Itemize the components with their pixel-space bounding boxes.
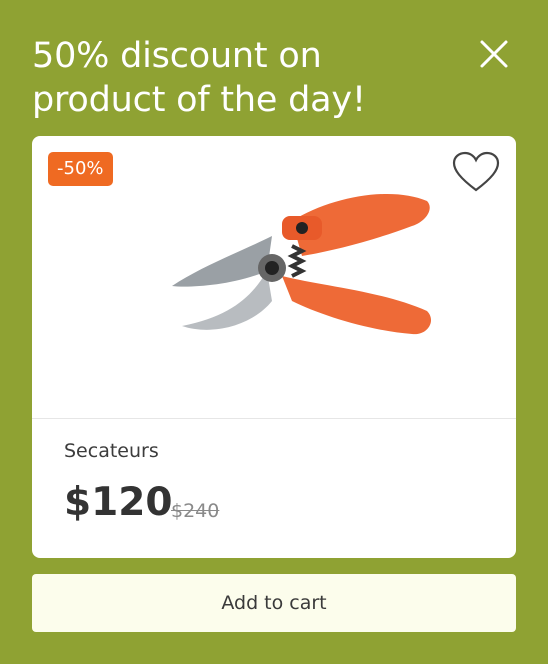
wishlist-button[interactable] xyxy=(450,150,502,196)
product-card[interactable]: -50% Secateurs $120 $240 xyxy=(32,136,516,558)
product-name: Secateurs xyxy=(64,440,159,462)
add-to-cart-button[interactable]: Add to cart xyxy=(32,574,516,632)
popup-title: 50% discount on product of the day! xyxy=(32,36,366,120)
product-old-price: $240 xyxy=(171,500,220,522)
product-of-the-day-popup: 50% discount on product of the day! -50%… xyxy=(0,0,548,664)
secateurs-image xyxy=(172,193,432,335)
close-button[interactable] xyxy=(476,36,512,72)
heart-icon xyxy=(452,151,500,192)
close-icon xyxy=(480,40,508,68)
discount-badge: -50% xyxy=(48,152,113,186)
product-price: $120 xyxy=(64,480,173,525)
